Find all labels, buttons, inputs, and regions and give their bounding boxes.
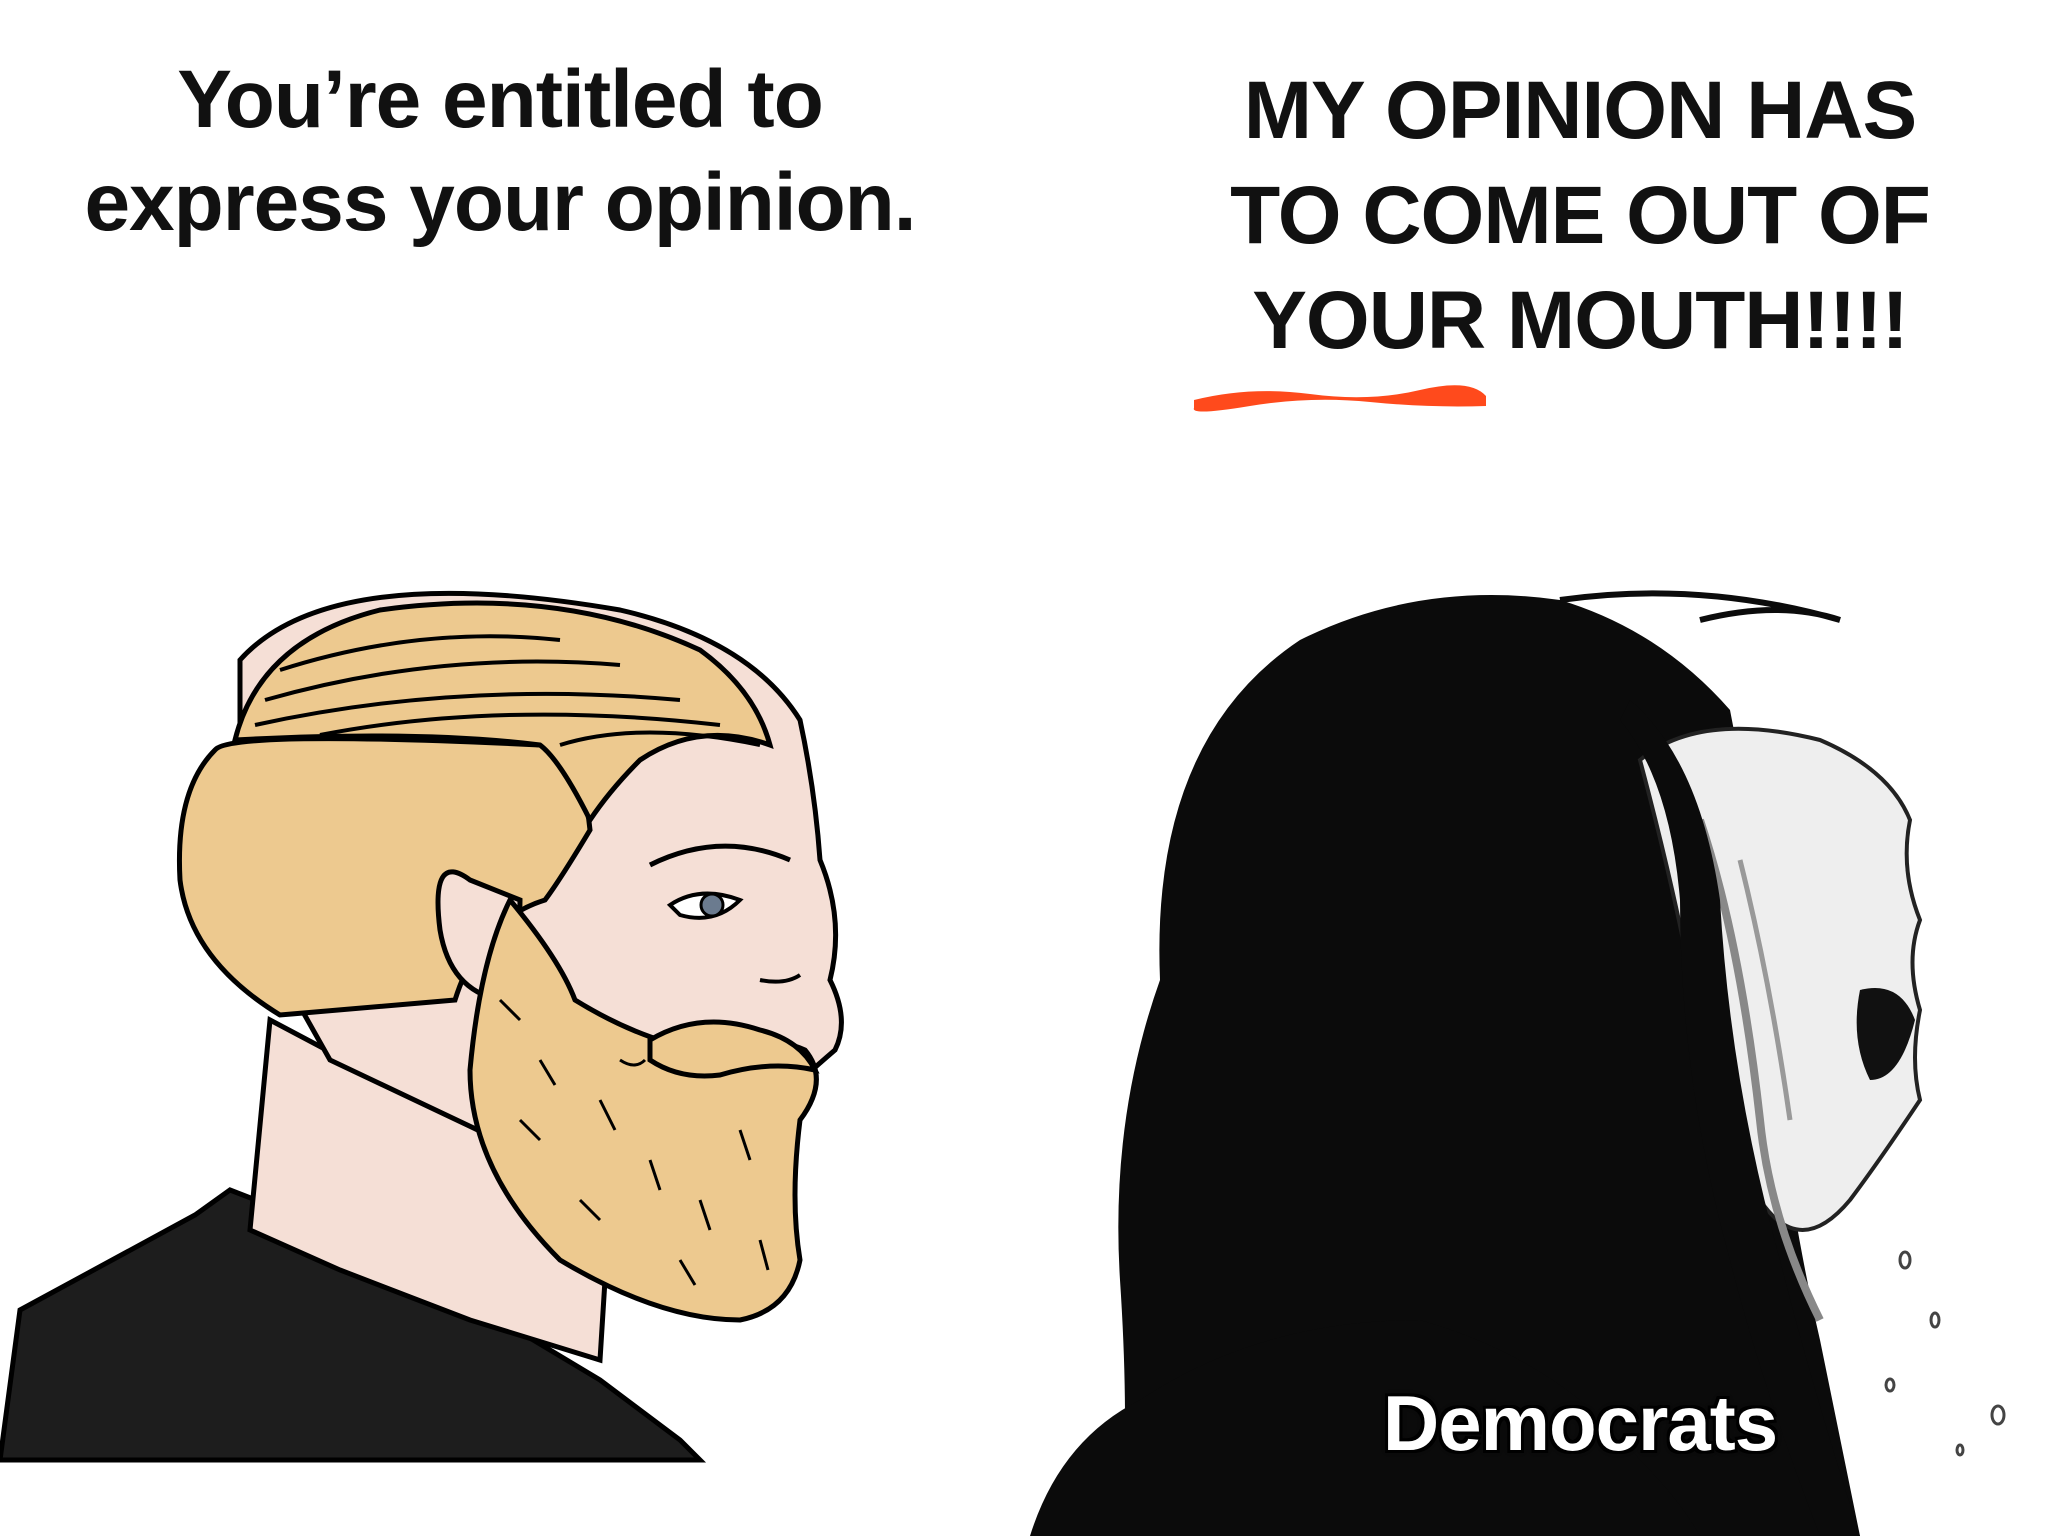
bearded-man-illustration-icon (0, 590, 844, 1463)
left-caption: You’re entitled to express your opinion. (84, 54, 916, 248)
iris-shape (699, 892, 725, 918)
underline-icon (1193, 385, 1486, 412)
right-caption: MY OPINION HAS TO COME OUT OF YOUR MOUTH… (1230, 65, 1931, 366)
democrats-label: Democrats (1382, 1379, 1778, 1467)
